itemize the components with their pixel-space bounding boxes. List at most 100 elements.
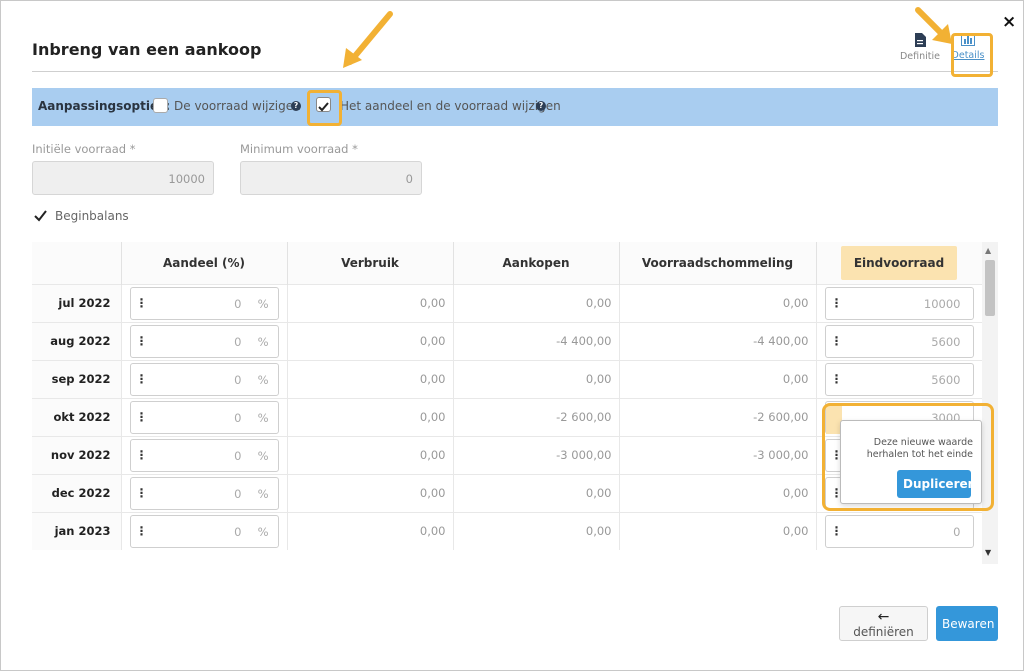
aankopen-cell: 0,00 bbox=[453, 359, 620, 398]
verbruik-cell: 0,00 bbox=[287, 511, 454, 550]
aandeel-value: 0 bbox=[234, 524, 242, 539]
eindvoorraad-input[interactable]: ⋮ 10000 bbox=[824, 286, 974, 320]
table-row: sep 2022 ⋮ 0% 0,00 0,00 0,00 ⋮ 5600 bbox=[32, 359, 982, 398]
row-month: aug 2022 bbox=[32, 321, 122, 360]
more-vertical-icon[interactable]: ⋮ bbox=[136, 296, 148, 310]
percent-unit: % bbox=[257, 524, 269, 539]
table-row: jan 2023 ⋮ 0% 0,00 0,00 0,00 ⋮ 0 bbox=[32, 511, 982, 550]
percent-unit: % bbox=[257, 448, 269, 463]
more-vertical-icon[interactable]: ⋮ bbox=[831, 296, 843, 310]
aandeel-input[interactable]: ⋮ 0% bbox=[129, 324, 279, 358]
more-vertical-icon[interactable]: ⋮ bbox=[136, 448, 148, 462]
aandeel-value: 0 bbox=[234, 448, 242, 463]
details-highlight-box bbox=[951, 33, 993, 77]
option-aandeel-label: Het aandeel en de voorraad wijzigen bbox=[340, 99, 561, 113]
more-vertical-icon[interactable]: ⋮ bbox=[136, 486, 148, 500]
header-voorraadschommeling: Voorraadschommeling bbox=[619, 242, 817, 284]
verbruik-cell: 0,00 bbox=[287, 283, 454, 322]
eindvoorraad-value: 5600 bbox=[931, 372, 961, 387]
more-vertical-icon[interactable]: ⋮ bbox=[831, 372, 843, 386]
schommeling-cell: -3 000,00 bbox=[619, 435, 817, 474]
aandeel-cell: ⋮ 0% bbox=[121, 435, 288, 474]
annotation-arrow-icon bbox=[343, 11, 393, 68]
aandeel-cell: ⋮ 0% bbox=[121, 511, 288, 550]
schommeling-cell: 0,00 bbox=[619, 359, 817, 398]
header-aandeel: Aandeel (%) bbox=[121, 242, 288, 284]
scroll-down-icon[interactable]: ▼ bbox=[985, 548, 991, 557]
header-verbruik: Verbruik bbox=[287, 242, 454, 284]
row-month: okt 2022 bbox=[32, 397, 122, 436]
row-month: sep 2022 bbox=[32, 359, 122, 398]
aandeel-cell: ⋮ 0% bbox=[121, 321, 288, 360]
aandeel-input[interactable]: ⋮ 0% bbox=[129, 286, 279, 320]
table-row: jul 2022 ⋮ 0% 0,00 0,00 0,00 ⋮ 10000 bbox=[32, 283, 982, 322]
scroll-thumb[interactable] bbox=[985, 260, 995, 316]
percent-unit: % bbox=[257, 410, 269, 425]
aandeel-input[interactable]: ⋮ 0% bbox=[129, 514, 279, 548]
more-vertical-icon[interactable]: ⋮ bbox=[136, 524, 148, 538]
beginbalans-label: Beginbalans bbox=[55, 209, 129, 223]
eindvoorraad-cell: ⋮ 5600 bbox=[816, 359, 982, 398]
initial-stock-label: Initiële voorraad * bbox=[32, 142, 136, 156]
save-button[interactable]: Bewaren bbox=[936, 606, 998, 641]
adjustment-options-bar: Aanpassingsopties: De voorraad wijzigen … bbox=[32, 88, 998, 126]
aandeel-input[interactable]: ⋮ 0% bbox=[129, 400, 279, 434]
eindvoorraad-cell: ⋮ 5600 bbox=[816, 321, 982, 360]
eindvoorraad-value: 5600 bbox=[931, 334, 961, 349]
aankopen-cell: -4 400,00 bbox=[453, 321, 620, 360]
more-vertical-icon[interactable]: ⋮ bbox=[136, 372, 148, 386]
aandeel-input[interactable]: ⋮ 0% bbox=[129, 476, 279, 510]
eindvoorraad-cell: ⋮ 10000 bbox=[816, 283, 982, 322]
eindvoorraad-cell: ⋮ 0 bbox=[816, 511, 982, 550]
table-row: aug 2022 ⋮ 0% 0,00 -4 400,00 -4 400,00 ⋮ 5600 bbox=[32, 321, 982, 360]
verbruik-cell: 0,00 bbox=[287, 397, 454, 436]
aandeel-input[interactable]: ⋮ 0% bbox=[129, 362, 279, 396]
percent-unit: % bbox=[257, 296, 269, 311]
aandeel-value: 0 bbox=[234, 410, 242, 425]
aandeel-value: 0 bbox=[234, 296, 242, 311]
row-month: jan 2023 bbox=[32, 511, 122, 550]
eindvoorraad-input[interactable]: ⋮ 5600 bbox=[824, 362, 974, 396]
schommeling-cell: -4 400,00 bbox=[619, 321, 817, 360]
row-month: dec 2022 bbox=[32, 473, 122, 512]
title-divider bbox=[32, 71, 998, 72]
option-voorraad-label: De voorraad wijzigen bbox=[174, 99, 301, 113]
eindvoorraad-input[interactable]: ⋮ 0 bbox=[824, 514, 974, 548]
minimum-stock-field: 0 bbox=[240, 161, 422, 195]
row-month: jul 2022 bbox=[32, 283, 122, 322]
popover-highlight-box bbox=[822, 403, 994, 511]
close-icon[interactable]: × bbox=[1002, 12, 1016, 32]
schommeling-cell: 0,00 bbox=[619, 511, 817, 550]
scroll-up-icon[interactable]: ▲ bbox=[985, 246, 991, 255]
help-icon[interactable]: ? bbox=[536, 101, 546, 111]
beginbalans-checkbox[interactable] bbox=[33, 208, 48, 223]
more-vertical-icon[interactable]: ⋮ bbox=[831, 524, 843, 538]
aankopen-cell: 0,00 bbox=[453, 473, 620, 512]
minimum-stock-label: Minimum voorraad * bbox=[240, 142, 358, 156]
option-voorraad-checkbox[interactable] bbox=[153, 98, 168, 113]
more-vertical-icon[interactable]: ⋮ bbox=[136, 410, 148, 424]
aankopen-cell: -3 000,00 bbox=[453, 435, 620, 474]
verbruik-cell: 0,00 bbox=[287, 473, 454, 512]
help-icon[interactable]: ? bbox=[291, 101, 301, 111]
header-aankopen: Aankopen bbox=[453, 242, 620, 284]
eindvoorraad-value: 0 bbox=[953, 524, 961, 539]
more-vertical-icon[interactable]: ⋮ bbox=[831, 334, 843, 348]
back-button[interactable]: ← definiëren bbox=[839, 606, 928, 641]
table-header-row: Aandeel (%) Verbruik Aankopen Voorraadsc… bbox=[32, 242, 982, 284]
schommeling-cell: -2 600,00 bbox=[619, 397, 817, 436]
header-month bbox=[32, 242, 122, 284]
initial-stock-field: 10000 bbox=[32, 161, 214, 195]
verbruik-cell: 0,00 bbox=[287, 435, 454, 474]
tab-definitie-label: Definitie bbox=[899, 51, 940, 62]
aankopen-cell: 0,00 bbox=[453, 511, 620, 550]
aandeel-input[interactable]: ⋮ 0% bbox=[129, 438, 279, 472]
more-vertical-icon[interactable]: ⋮ bbox=[136, 334, 148, 348]
schommeling-cell: 0,00 bbox=[619, 283, 817, 322]
aandeel-cell: ⋮ 0% bbox=[121, 359, 288, 398]
aandeel-value: 0 bbox=[234, 372, 242, 387]
aankopen-cell: 0,00 bbox=[453, 283, 620, 322]
eindvoorraad-input[interactable]: ⋮ 5600 bbox=[824, 324, 974, 358]
aandeel-cell: ⋮ 0% bbox=[121, 397, 288, 436]
arrow-left-icon: ← bbox=[877, 608, 890, 625]
